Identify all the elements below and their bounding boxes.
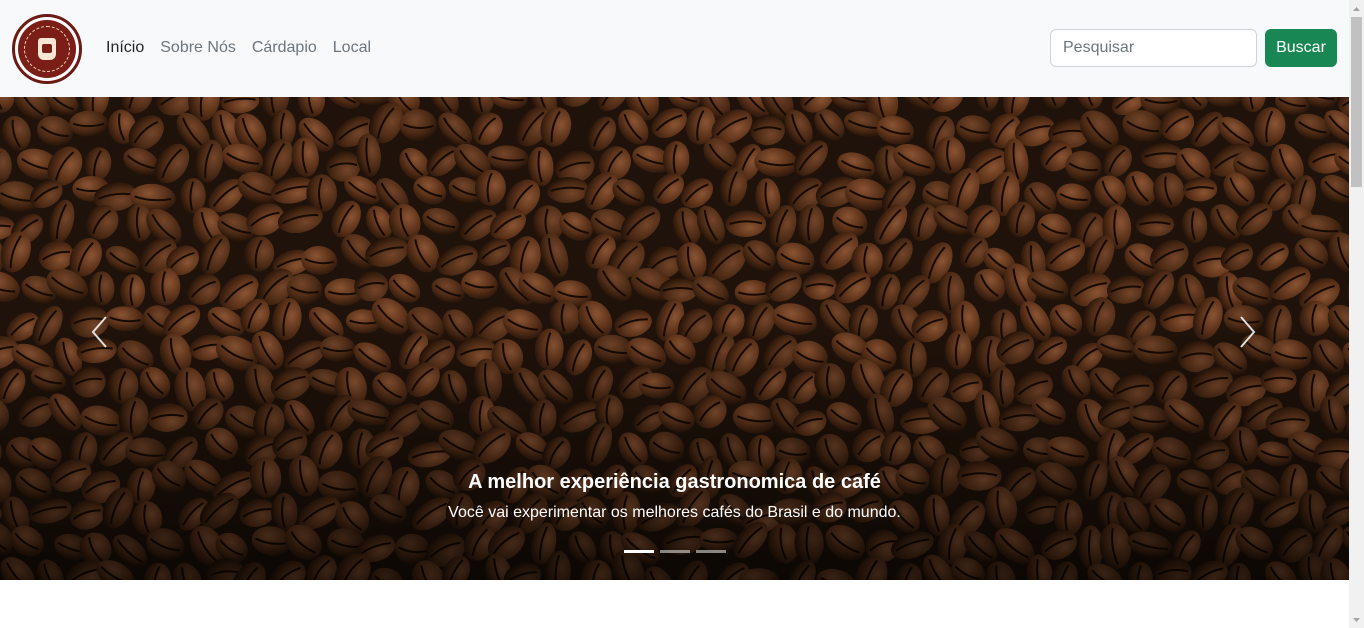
nav-link-inicio[interactable]: Início bbox=[106, 38, 144, 58]
carousel-indicator-1[interactable] bbox=[624, 550, 654, 553]
hero-carousel: A melhor experiência gastronomica de caf… bbox=[0, 97, 1349, 580]
carousel-caption-title: A melhor experiência gastronomica de caf… bbox=[468, 471, 881, 493]
coffee-logo[interactable] bbox=[12, 14, 82, 84]
carousel-prev-button[interactable] bbox=[80, 307, 120, 357]
scrollbar-thumb[interactable] bbox=[1351, 17, 1362, 187]
carousel-shade bbox=[0, 320, 1349, 580]
chevron-right-icon bbox=[1240, 316, 1256, 348]
logo-badge bbox=[18, 20, 76, 78]
search-button[interactable]: Buscar bbox=[1265, 29, 1337, 67]
carousel-indicators bbox=[624, 550, 726, 553]
nav-link-cardapio[interactable]: Cárdapio bbox=[252, 38, 317, 58]
carousel-caption-text: Você vai experimentar os melhores cafés … bbox=[448, 504, 901, 521]
nav-link-sobre-nos[interactable]: Sobre Nós bbox=[160, 38, 236, 58]
chevron-left-icon bbox=[91, 316, 107, 348]
carousel-indicator-2[interactable] bbox=[660, 550, 690, 553]
nav-links: Início Sobre Nós Cárdapio Local bbox=[106, 38, 387, 58]
navbar: Início Sobre Nós Cárdapio Local Buscar bbox=[0, 0, 1349, 97]
coffee-cup-icon bbox=[38, 38, 56, 60]
nav-link-local[interactable]: Local bbox=[333, 38, 371, 58]
scroll-down-icon[interactable] bbox=[1349, 611, 1364, 628]
page: Início Sobre Nós Cárdapio Local Buscar bbox=[0, 0, 1349, 628]
carousel-indicator-3[interactable] bbox=[696, 550, 726, 553]
search-input[interactable] bbox=[1050, 29, 1257, 67]
scroll-up-icon[interactable] bbox=[1349, 0, 1364, 17]
carousel-next-button[interactable] bbox=[1227, 307, 1267, 357]
vertical-scrollbar[interactable] bbox=[1349, 0, 1364, 628]
